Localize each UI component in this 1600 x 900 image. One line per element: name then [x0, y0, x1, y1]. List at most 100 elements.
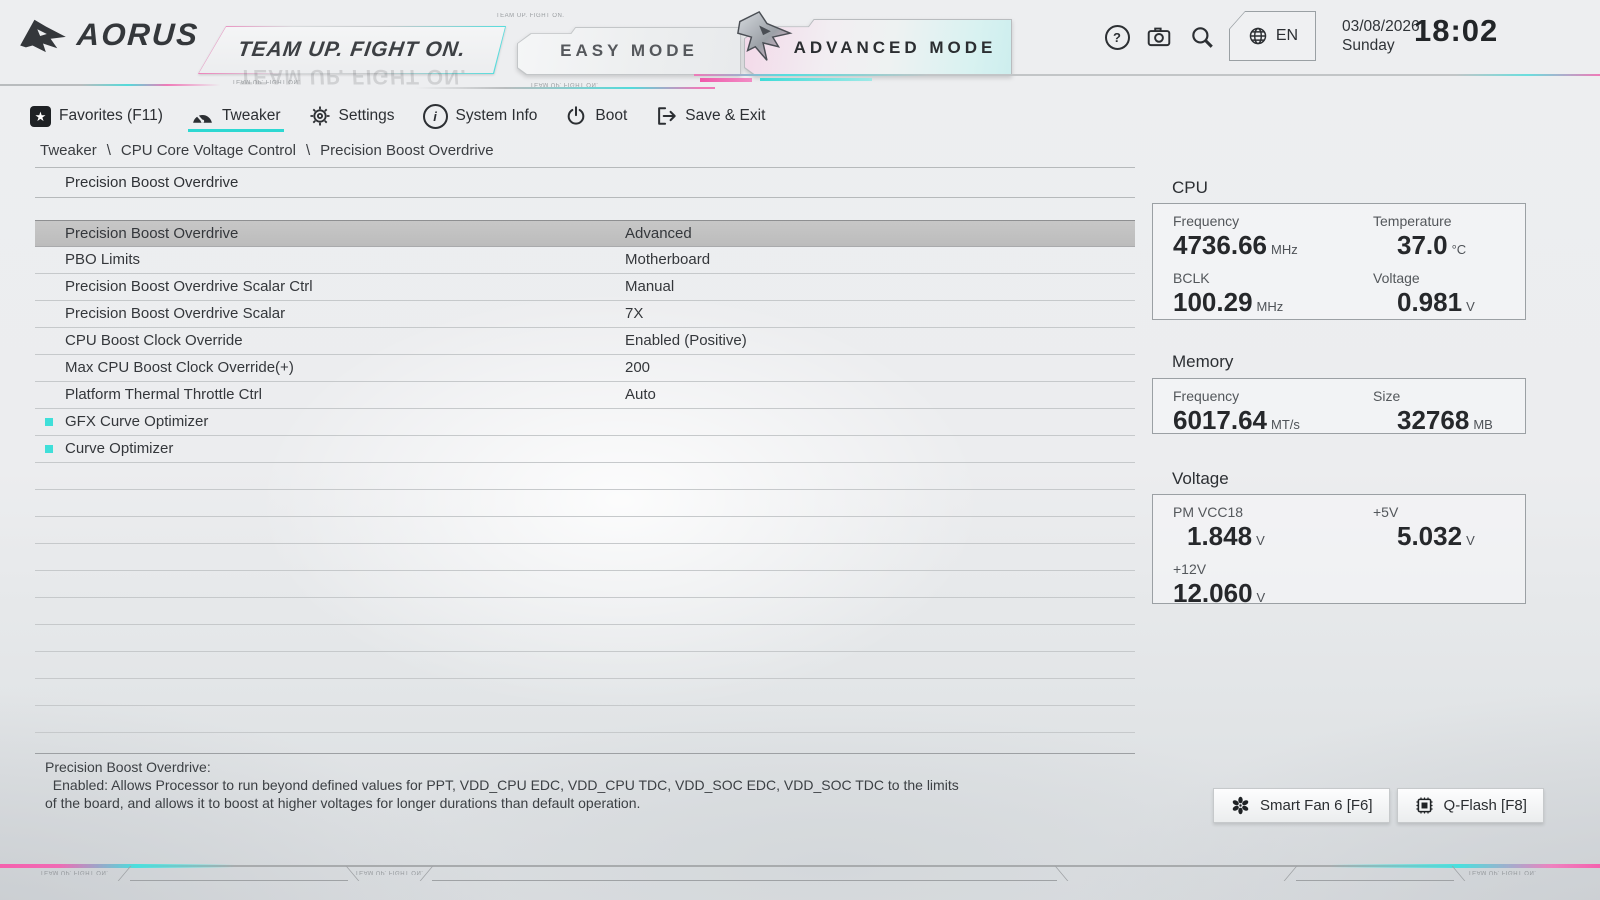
sidebar-voltage-panel: PM VCC18 1.848V +5V 5.032V +12V 12.060V [1152, 494, 1526, 604]
decor-microtext-bottom-1: TEAM UP. FIGHT ON. [40, 869, 108, 875]
decor-step [1452, 866, 1466, 881]
decor-step [118, 866, 132, 881]
search-button[interactable] [1188, 23, 1216, 51]
decor-step-line [130, 880, 348, 881]
cpu-temperature-stat: Temperature 37.0°C [1373, 213, 1517, 265]
screenshot-button[interactable] [1145, 23, 1173, 51]
submenu-bullet [45, 418, 53, 426]
decor-step-line [432, 880, 1057, 881]
menu-save-exit[interactable]: Save & Exit [655, 105, 765, 127]
decor-step [1284, 866, 1298, 881]
cpu-frequency-stat: Frequency 4736.66MHz [1173, 213, 1373, 265]
slogan-reflection: TEAM UP. FIGHT ON. [206, 64, 499, 88]
empty-row [35, 598, 1135, 625]
settings-group-title: Precision Boost Overdrive [35, 168, 1135, 198]
tab-easy-mode-label: EASY MODE [518, 28, 740, 74]
falcon-mascot-icon [734, 8, 796, 70]
setting-label: Curve Optimizer [65, 440, 173, 457]
voltage-12v-stat: +12V 12.060V [1173, 561, 1373, 613]
camera-icon [1146, 24, 1172, 50]
decor-microtext-bottom-3: TEAM UP. FIGHT ON. [1468, 869, 1536, 875]
sidebar-voltage-title: Voltage [1172, 469, 1229, 489]
setting-value: Enabled (Positive) [625, 328, 747, 354]
help-title: Precision Boost Overdrive: [45, 758, 1055, 776]
decor-line-left [0, 84, 232, 86]
voltage-pmvcc18-stat: PM VCC18 1.848V [1173, 504, 1373, 556]
setting-label: Precision Boost Overdrive [65, 225, 238, 242]
setting-label: CPU Boost Clock Override [65, 332, 243, 349]
menu-save-exit-label: Save & Exit [685, 107, 765, 125]
memory-frequency-stat: Frequency 6017.64MT/s [1173, 388, 1373, 440]
help-icon: ? [1105, 25, 1130, 50]
help-panel: Precision Boost Overdrive: Enabled: Allo… [45, 758, 1055, 812]
setting-label: GFX Curve Optimizer [65, 413, 208, 430]
smart-fan-button[interactable]: Smart Fan 6 [F6] [1213, 788, 1390, 823]
chip-icon [1414, 795, 1435, 816]
empty-row [35, 652, 1135, 679]
cpu-bclk-stat: BCLK 100.29MHz [1173, 270, 1373, 322]
menu-favorites-label: Favorites (F11) [59, 107, 163, 125]
empty-row [35, 625, 1135, 652]
main-menu: ★ Favorites (F11) Tweaker Settings i Sys… [30, 99, 765, 133]
breadcrumb-separator: \ [107, 142, 111, 159]
menu-system-info-label: System Info [456, 107, 538, 125]
setting-value: 7X [625, 301, 643, 327]
favorites-star-icon: ★ [30, 106, 51, 127]
power-icon [565, 105, 587, 127]
sidebar-cpu-panel: Frequency 4736.66MHz Temperature 37.0°C … [1152, 203, 1526, 320]
bios-screen: AORUS TEAM UP. FIGHT ON. TEAM UP. FIGHT … [0, 0, 1600, 900]
setting-row-curve-optimizer[interactable]: Curve Optimizer [35, 436, 1135, 463]
menu-favorites[interactable]: ★ Favorites (F11) [30, 106, 163, 127]
menu-settings[interactable]: Settings [309, 105, 395, 127]
setting-row-precision-boost-overdrive[interactable]: Precision Boost Overdrive Advanced [35, 220, 1135, 247]
setting-label: Precision Boost Overdrive Scalar [65, 305, 285, 322]
day-text: Sunday [1342, 36, 1420, 55]
memory-size-stat: Size 32768MB [1373, 388, 1517, 440]
fan-icon [1230, 795, 1251, 816]
decor-microtext-1: TEAM UP. FIGHT ON. [232, 78, 300, 84]
language-selector[interactable]: EN [1229, 11, 1316, 61]
info-icon: i [423, 104, 448, 129]
gear-icon [309, 105, 331, 127]
setting-row-gfx-curve-optimizer[interactable]: GFX Curve Optimizer [35, 409, 1135, 436]
setting-row-pbo-scalar-ctrl[interactable]: Precision Boost Overdrive Scalar Ctrl Ma… [35, 274, 1135, 301]
date-text: 03/08/2026 [1342, 17, 1420, 36]
help-button[interactable]: ? [1103, 23, 1131, 51]
setting-row-pbo-limits[interactable]: PBO Limits Motherboard [35, 247, 1135, 274]
empty-row [35, 463, 1135, 490]
qflash-button[interactable]: Q-Flash [F8] [1397, 788, 1544, 823]
menu-tweaker[interactable]: Tweaker [191, 107, 281, 125]
setting-label: Platform Thermal Throttle Ctrl [65, 386, 262, 403]
setting-label: Precision Boost Overdrive Scalar Ctrl [65, 278, 313, 295]
decor-microtext-top: TEAM UP. FIGHT ON. [496, 13, 564, 19]
setting-row-cpu-boost-clock-override[interactable]: CPU Boost Clock Override Enabled (Positi… [35, 328, 1135, 355]
cpu-voltage-stat: Voltage 0.981V [1373, 270, 1517, 322]
empty-row [35, 706, 1135, 733]
divider [35, 753, 1135, 754]
search-icon [1189, 24, 1215, 50]
voltage-5v-stat: +5V 5.032V [1373, 504, 1517, 556]
setting-label: PBO Limits [65, 251, 140, 268]
breadcrumb-item: CPU Core Voltage Control [121, 142, 296, 159]
tab-easy-mode[interactable]: EASY MODE [517, 27, 741, 75]
decor-cyan-bar [760, 78, 872, 81]
setting-row-max-cpu-boost-clock-override[interactable]: Max CPU Boost Clock Override(+) 200 [35, 355, 1135, 382]
sidebar-cpu-title: CPU [1172, 178, 1208, 198]
decor-bottom-gradient-left [0, 864, 235, 868]
footer-buttons: Smart Fan 6 [F6] Q-Flash [F8] [1213, 788, 1544, 823]
setting-value: Manual [625, 274, 674, 300]
empty-row [35, 544, 1135, 571]
menu-boot[interactable]: Boot [565, 105, 627, 127]
setting-row-pbo-scalar[interactable]: Precision Boost Overdrive Scalar 7X [35, 301, 1135, 328]
menu-settings-label: Settings [339, 107, 395, 125]
qflash-label: Q-Flash [F8] [1444, 797, 1527, 814]
submenu-bullet [45, 445, 53, 453]
time-text: 18:02 [1414, 13, 1498, 49]
setting-label: Max CPU Boost Clock Override(+) [65, 359, 294, 376]
aorus-logo: AORUS [18, 16, 199, 54]
aorus-falcon-icon [18, 16, 68, 54]
setting-row-platform-thermal-throttle[interactable]: Platform Thermal Throttle Ctrl Auto [35, 382, 1135, 409]
help-line: of the board, and allows it to boost at … [45, 794, 1055, 812]
menu-system-info[interactable]: i System Info [423, 104, 538, 129]
breadcrumb-separator: \ [306, 142, 310, 159]
